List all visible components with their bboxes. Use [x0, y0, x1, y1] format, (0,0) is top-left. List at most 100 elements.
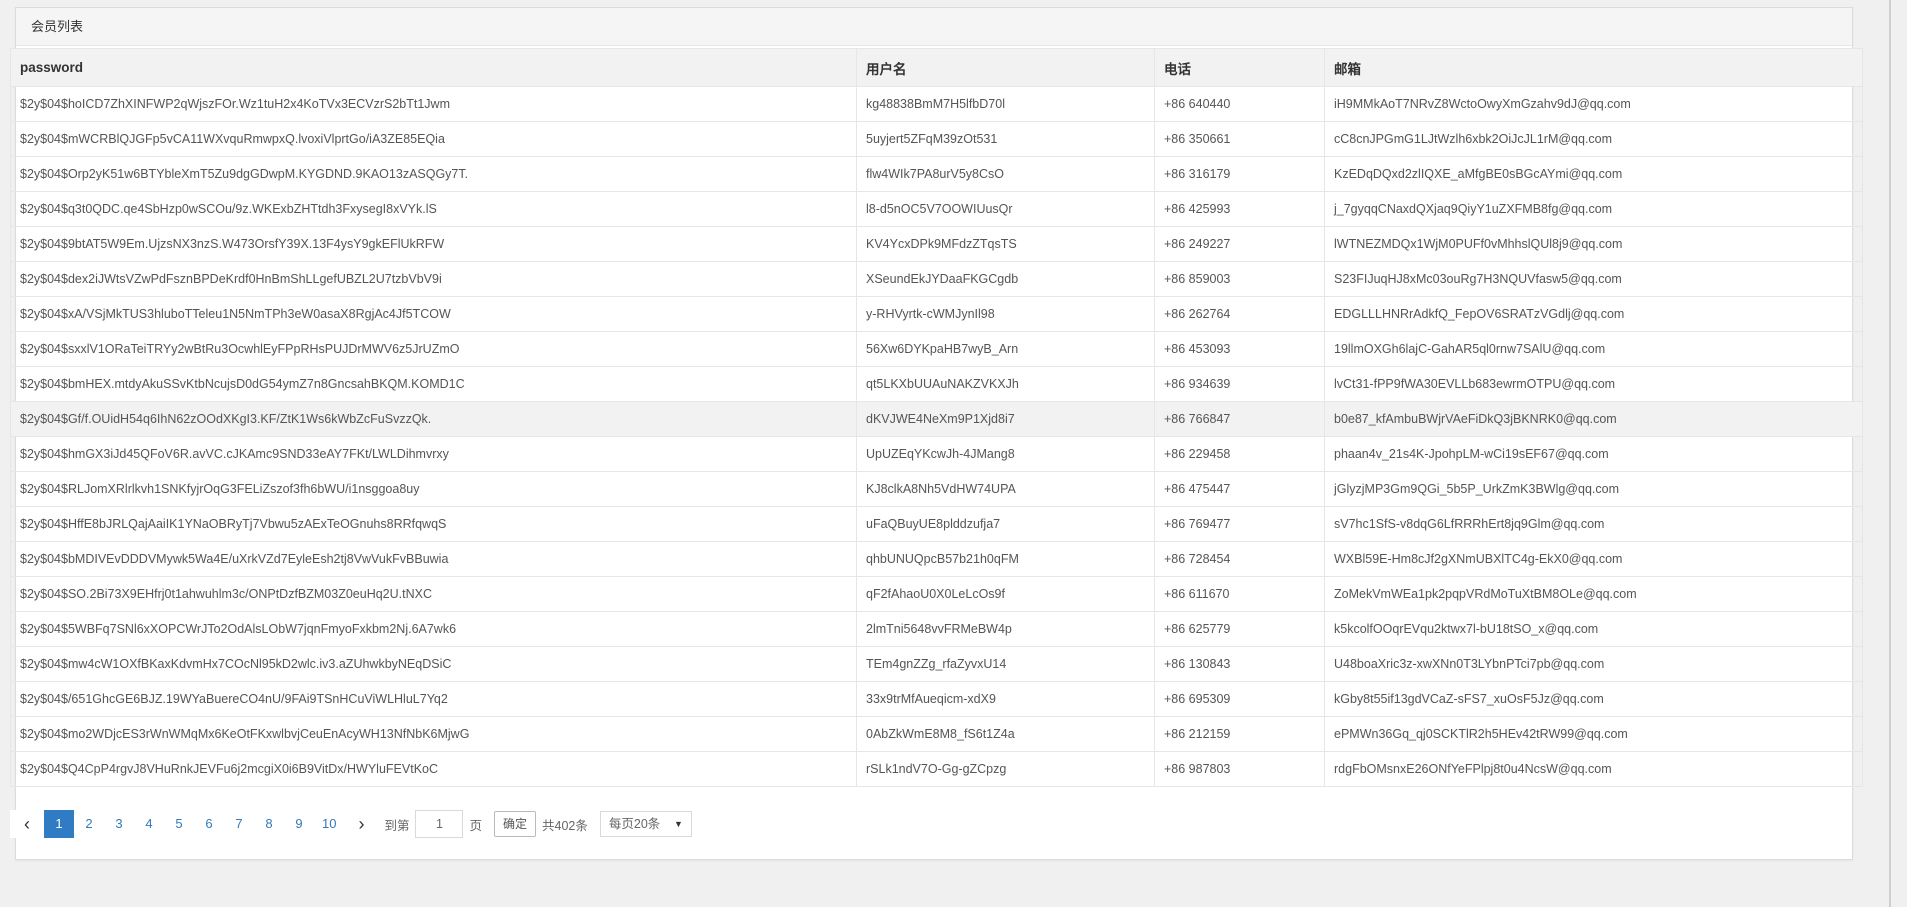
cell-password: $2y$04$sxxlV1ORaTeiTRYy2wBtRu3OcwhlEyFPp…	[10, 331, 857, 367]
goto-page-input[interactable]	[415, 810, 464, 838]
cell-email: S23FIJuqHJ8xMc03ouRg7H3NQUVfasw5@qq.com	[1324, 261, 1863, 297]
table-row[interactable]: $2y$04$mWCRBlQJGFp5vCA11WXvquRmwpxQ.lvox…	[10, 121, 1863, 157]
confirm-button[interactable]: 确定	[494, 811, 537, 837]
cell-username: kg48838BmM7H5lfbD70l	[856, 86, 1155, 122]
cell-phone: +86 130843	[1154, 646, 1325, 682]
goto-label: 到第	[384, 818, 410, 833]
table-row[interactable]: $2y$04$HffE8bJRLQajAaiIK1YNaOBRyTj7Vbwu5…	[10, 506, 1863, 542]
col-header-password: password	[10, 48, 857, 87]
cell-phone: +86 425993	[1154, 191, 1325, 227]
table-row[interactable]: $2y$04$Gf/f.OUidH54q6IhN62zOOdXKgI3.KF/Z…	[10, 401, 1863, 437]
member-table-wrap: password 用户名 电话 邮箱 $2y$04$hoICD7ZhXINFWP…	[10, 48, 1863, 787]
cell-username: KV4YcxDPk9MFdzZTqsTS	[856, 226, 1155, 262]
cell-email: 19llmOXGh6lajC-GahAR5ql0rnw7SAlU@qq.com	[1324, 331, 1863, 367]
page-4-button[interactable]: 4	[134, 810, 164, 838]
cell-username: qF2fAhaoU0X0LeLcOs9f	[856, 576, 1155, 612]
cell-phone: +86 640440	[1154, 86, 1325, 122]
table-row[interactable]: $2y$04$9btAT5W9Em.UjzsNX3nzS.W473OrsfY39…	[10, 226, 1863, 262]
cell-phone: +86 859003	[1154, 261, 1325, 297]
cell-phone: +86 212159	[1154, 716, 1325, 752]
cell-password: $2y$04$dex2iJWtsVZwPdFsznBPDeKrdf0HnBmSh…	[10, 261, 857, 297]
cell-username: TEm4gnZZg_rfaZyvxU14	[856, 646, 1155, 682]
cell-username: 33x9trMfAueqicm-xdX9	[856, 681, 1155, 717]
cell-username: 56Xw6DYKpaHB7wyB_Arn	[856, 331, 1155, 367]
caret-down-icon: ▼	[673, 819, 683, 829]
table-row[interactable]: $2y$04$dex2iJWtsVZwPdFsznBPDeKrdf0HnBmSh…	[10, 261, 1863, 297]
cell-password: $2y$04$q3t0QDC.qe4SbHzp0wSCOu/9z.WKExbZH…	[10, 191, 857, 227]
table-row[interactable]: $2y$04$mw4cW1OXfBKaxKdvmHx7COcNl95kD2wlc…	[10, 646, 1863, 682]
page-unit-label: 页	[469, 818, 482, 833]
cell-username: l8-d5nOC5V7OOWIUusQr	[856, 191, 1155, 227]
table-row[interactable]: $2y$04$Orp2yK51w6BTYbleXmT5Zu9dgGDwpM.KY…	[10, 156, 1863, 192]
cell-phone: +86 625779	[1154, 611, 1325, 647]
member-table: password 用户名 电话 邮箱 $2y$04$hoICD7ZhXINFWP…	[10, 48, 1863, 787]
table-row[interactable]: $2y$04$bmHEX.mtdyAkuSSvKtbNcujsD0dG54ymZ…	[10, 366, 1863, 402]
cell-phone: +86 453093	[1154, 331, 1325, 367]
cell-password: $2y$04$Q4CpP4rgvJ8VHuRnkJEVFu6j2mcgiX0i6…	[10, 751, 857, 787]
table-row[interactable]: $2y$04$Q4CpP4rgvJ8VHuRnkJEVFu6j2mcgiX0i6…	[10, 751, 1863, 787]
cell-username: XSeundEkJYDaaFKGCgdb	[856, 261, 1155, 297]
cell-password: $2y$04$xA/VSjMkTUS3hluboTTeleu1N5NmTPh3e…	[10, 296, 857, 332]
col-header-username: 用户名	[856, 48, 1155, 87]
table-row[interactable]: $2y$04$sxxlV1ORaTeiTRYy2wBtRu3OcwhlEyFPp…	[10, 331, 1863, 367]
per-page-select[interactable]: 每页20条 ▼	[599, 811, 692, 837]
cell-email: k5kcolfOOqrEVqu2ktwx7l-bU18tSO_x@qq.com	[1324, 611, 1863, 647]
page-scrollbar[interactable]	[1887, 0, 1901, 907]
cell-phone: +86 987803	[1154, 751, 1325, 787]
cell-password: $2y$04$mo2WDjcES3rWnWMqMx6KeOtFKxwlbvjCe…	[10, 716, 857, 752]
cell-phone: +86 350661	[1154, 121, 1325, 157]
page-1-button[interactable]: 1	[44, 810, 74, 838]
table-row[interactable]: $2y$04$xA/VSjMkTUS3hluboTTeleu1N5NmTPh3e…	[10, 296, 1863, 332]
cell-username: rSLk1ndV7O-Gg-gZCpzg	[856, 751, 1155, 787]
cell-username: KJ8clkA8Nh5VdHW74UPA	[856, 471, 1155, 507]
table-header-row: password 用户名 电话 邮箱	[10, 48, 1863, 87]
cell-username: qhbUNUQpcB57b21h0qFM	[856, 541, 1155, 577]
page-7-button[interactable]: 7	[224, 810, 254, 838]
cell-email: kGby8t55if13gdVCaZ-sFS7_xuOsF5Jz@qq.com	[1324, 681, 1863, 717]
table-row[interactable]: $2y$04$hoICD7ZhXINFWP2qWjszFOr.Wz1tuH2x4…	[10, 86, 1863, 122]
cell-username: flw4WIk7PA8urV5y8CsO	[856, 156, 1155, 192]
table-row[interactable]: $2y$04$q3t0QDC.qe4SbHzp0wSCOu/9z.WKExbZH…	[10, 191, 1863, 227]
cell-phone: +86 728454	[1154, 541, 1325, 577]
page-3-button[interactable]: 3	[104, 810, 134, 838]
next-page-icon[interactable]: ›	[344, 810, 379, 838]
col-header-phone: 电话	[1154, 48, 1325, 87]
table-row[interactable]: $2y$04$hmGX3iJd45QFoV6R.avVC.cJKAmc9SND3…	[10, 436, 1863, 472]
cell-password: $2y$04$Gf/f.OUidH54q6IhN62zOOdXKgI3.KF/Z…	[10, 401, 857, 437]
cell-username: UpUZEqYKcwJh-4JMang8	[856, 436, 1155, 472]
table-row[interactable]: $2y$04$5WBFq7SNl6xXOPCWrJTo2OdAlsLObW7jq…	[10, 611, 1863, 647]
table-row[interactable]: $2y$04$bMDIVEvDDDVMywk5Wa4E/uXrkVZd7Eyle…	[10, 541, 1863, 577]
cell-email: j_7gyqqCNaxdQXjaq9QiyY1uZXFMB8fg@qq.com	[1324, 191, 1863, 227]
page-8-button[interactable]: 8	[254, 810, 284, 838]
cell-phone: +86 934639	[1154, 366, 1325, 402]
pagination: ‹ 12345678910 › 到第 页 确定 共402条 每页20条 ▼	[10, 804, 692, 844]
page-2-button[interactable]: 2	[74, 810, 104, 838]
page-5-button[interactable]: 5	[164, 810, 194, 838]
cell-email: EDGLLLHNRrAdkfQ_FepOV6SRATzVGdlj@qq.com	[1324, 296, 1863, 332]
cell-username: 2lmTni5648vvFRMeBW4p	[856, 611, 1155, 647]
cell-username: uFaQBuyUE8plddzufja7	[856, 506, 1155, 542]
table-row[interactable]: $2y$04$/651GhcGE6BJZ.19WYaBuereCO4nU/9FA…	[10, 681, 1863, 717]
prev-page-icon[interactable]: ‹	[10, 810, 44, 838]
cell-username: 5uyjert5ZFqM39zOt531	[856, 121, 1155, 157]
cell-phone: +86 769477	[1154, 506, 1325, 542]
table-row[interactable]: $2y$04$SO.2Bi73X9EHfrj0t1ahwuhlm3c/ONPtD…	[10, 576, 1863, 612]
cell-phone: +86 766847	[1154, 401, 1325, 437]
cell-password: $2y$04$Orp2yK51w6BTYbleXmT5Zu9dgGDwpM.KY…	[10, 156, 857, 192]
page-9-button[interactable]: 9	[284, 810, 314, 838]
cell-email: WXBl59E-Hm8cJf2gXNmUBXlTC4g-EkX0@qq.com	[1324, 541, 1863, 577]
cell-phone: +86 229458	[1154, 436, 1325, 472]
cell-email: cC8cnJPGmG1LJtWzlh6xbk2OiJcJL1rM@qq.com	[1324, 121, 1863, 157]
cell-password: $2y$04$mWCRBlQJGFp5vCA11WXvquRmwpxQ.lvox…	[10, 121, 857, 157]
col-header-email: 邮箱	[1324, 48, 1863, 87]
table-row[interactable]: $2y$04$RLJomXRlrlkvh1SNKfyjrOqG3FELiZszo…	[10, 471, 1863, 507]
scrollbar-thumb[interactable]	[1889, 0, 1891, 907]
cell-email: b0e87_kfAmbuBWjrVAeFiDkQ3jBKNRK0@qq.com	[1324, 401, 1863, 437]
cell-password: $2y$04$bmHEX.mtdyAkuSSvKtbNcujsD0dG54ymZ…	[10, 366, 857, 402]
table-row[interactable]: $2y$04$mo2WDjcES3rWnWMqMx6KeOtFKxwlbvjCe…	[10, 716, 1863, 752]
page-10-button[interactable]: 10	[314, 810, 345, 838]
cell-password: $2y$04$mw4cW1OXfBKaxKdvmHx7COcNl95kD2wlc…	[10, 646, 857, 682]
cell-username: 0AbZkWmE8M8_fS6t1Z4a	[856, 716, 1155, 752]
cell-phone: +86 611670	[1154, 576, 1325, 612]
page-6-button[interactable]: 6	[194, 810, 224, 838]
